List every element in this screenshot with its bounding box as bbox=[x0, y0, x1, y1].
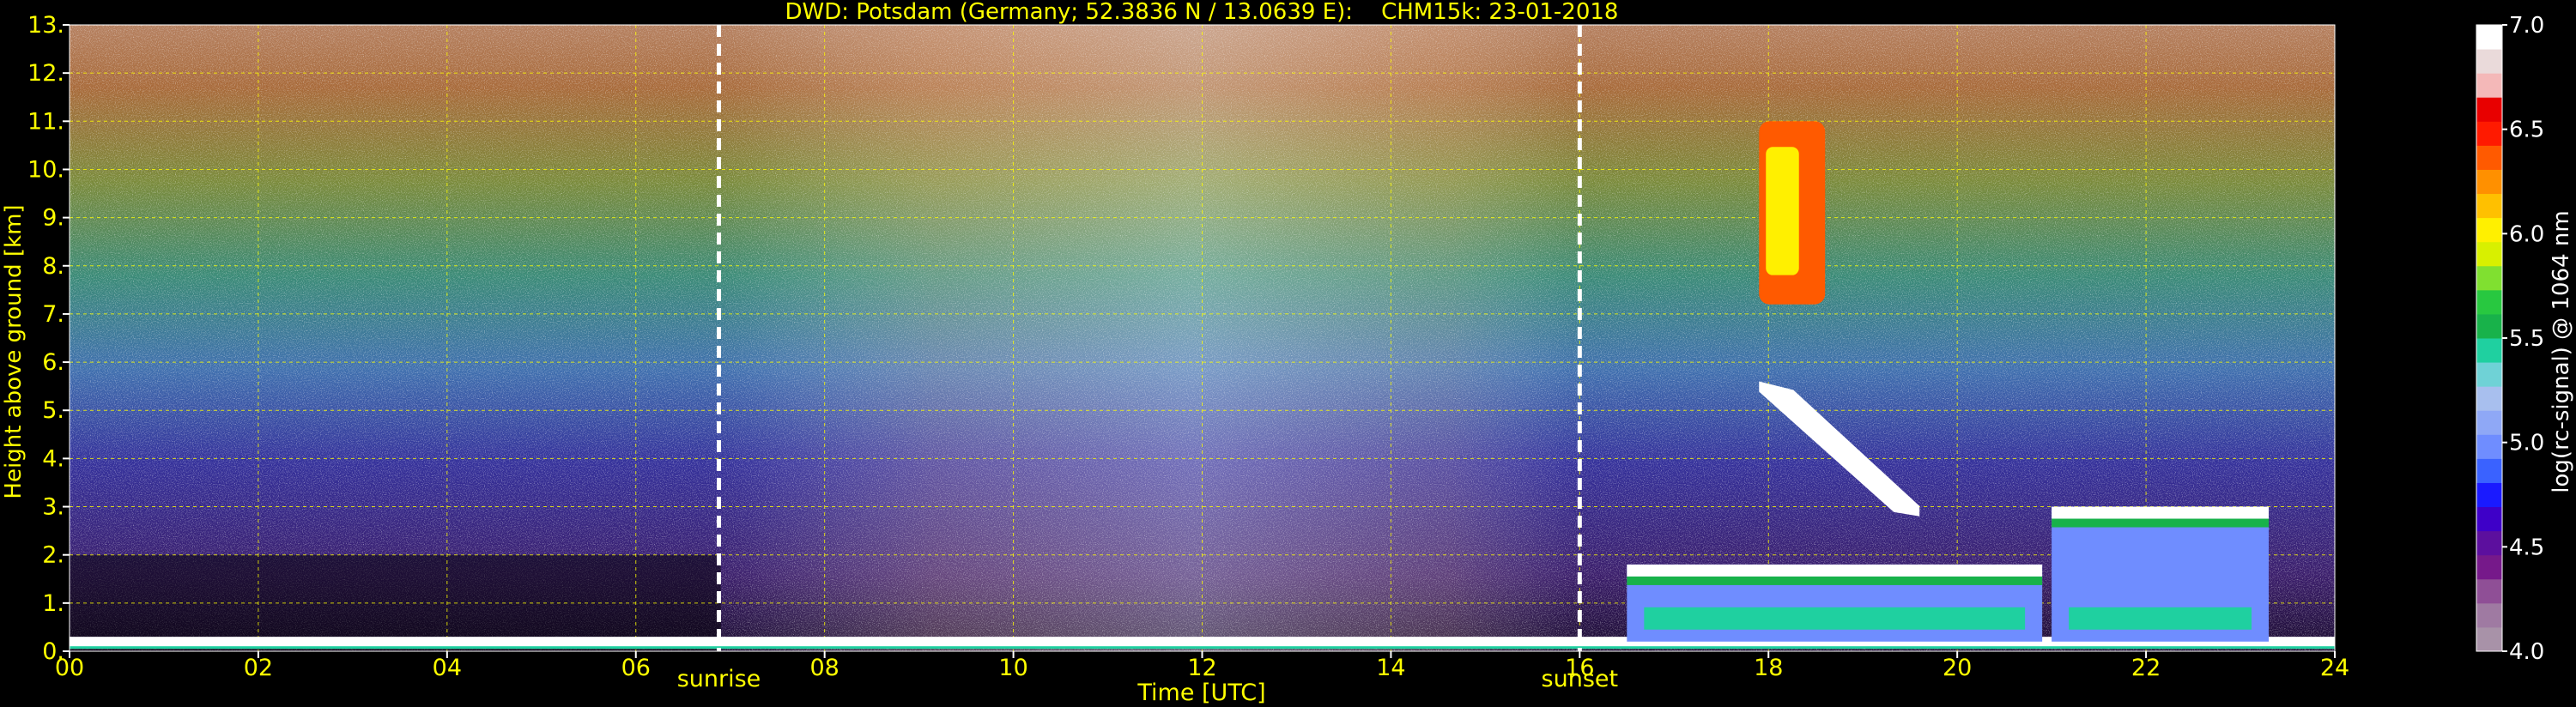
y-tick-label: 6. bbox=[42, 349, 64, 376]
colorbar-swatch bbox=[2476, 49, 2502, 74]
colorbar-swatch bbox=[2476, 193, 2502, 219]
low-cloud-top bbox=[2052, 506, 2270, 519]
x-axis-label: Time [UTC] bbox=[1136, 680, 1265, 706]
colorbar-swatch bbox=[2476, 482, 2502, 508]
colorbar-swatch bbox=[2476, 265, 2502, 291]
colorbar-swatch bbox=[2476, 530, 2502, 556]
y-tick-label: 3. bbox=[42, 494, 64, 521]
y-axis-label: Height above ground [km] bbox=[1, 204, 27, 499]
colorbar-tick-label: 7.0 bbox=[2509, 13, 2544, 39]
colorbar-swatch bbox=[2476, 289, 2502, 315]
x-tick-label: 08 bbox=[809, 655, 839, 681]
x-tick-label: 02 bbox=[244, 655, 273, 681]
x-tick-label: 18 bbox=[1754, 655, 1783, 681]
surface-layer-edge bbox=[70, 646, 2335, 650]
colorbar-swatch bbox=[2476, 410, 2502, 435]
colorbar-tick-label: 4.0 bbox=[2509, 639, 2544, 665]
y-tick-label: 12. bbox=[27, 60, 64, 87]
y-tick-label: 0. bbox=[42, 638, 64, 665]
x-tick-label: 10 bbox=[998, 655, 1027, 681]
x-tick-label: 12 bbox=[1187, 655, 1216, 681]
low-cloud-band bbox=[1627, 576, 2043, 585]
colorbar-swatch bbox=[2476, 386, 2502, 411]
colorbar-swatch bbox=[2476, 25, 2502, 50]
colorbar-tick-label: 6.5 bbox=[2509, 118, 2544, 143]
colorbar-swatch bbox=[2476, 362, 2502, 387]
ceilometer-chart: sunrise sunset 00 02 04 06 08 10 12 14 16 18 20 22 24… bbox=[1, 0, 2574, 706]
cirrus-core bbox=[1766, 147, 1799, 275]
colorbar-tick-label: 5.0 bbox=[2509, 431, 2544, 456]
colorbar-swatch bbox=[2476, 458, 2502, 483]
colorbar-swatch bbox=[2476, 145, 2502, 170]
colorbar-tick-label: 4.5 bbox=[2509, 535, 2544, 560]
y-tick-label: 11. bbox=[27, 108, 64, 135]
colorbar-swatch bbox=[2476, 578, 2502, 604]
colorbar-swatch bbox=[2476, 73, 2502, 98]
colorbar: 4.0 4.5 5.0 5.5 6.0 6.5 7.0 bbox=[2476, 13, 2544, 665]
colorbar-swatch bbox=[2476, 169, 2502, 195]
y-tick-label: 9. bbox=[42, 205, 64, 232]
low-cloud-base bbox=[1644, 607, 2026, 630]
colorbar-swatch bbox=[2476, 217, 2502, 243]
y-tick-label: 5. bbox=[42, 397, 64, 424]
x-tick-label: 24 bbox=[2320, 655, 2349, 681]
y-tick-label: 8. bbox=[42, 253, 64, 280]
marker-label-sunrise: sunrise bbox=[677, 666, 761, 692]
colorbar-swatch bbox=[2476, 626, 2502, 652]
low-cloud-top bbox=[1627, 564, 2043, 577]
colorbar-swatch bbox=[2476, 434, 2502, 459]
x-tick-label: 14 bbox=[1376, 655, 1405, 681]
colorbar-swatch bbox=[2476, 506, 2502, 532]
colorbar-swatch bbox=[2476, 121, 2502, 146]
colorbar-tick-label: 6.0 bbox=[2509, 221, 2544, 247]
x-tick-label: 16 bbox=[1565, 655, 1594, 681]
colorbar-swatch bbox=[2476, 313, 2502, 339]
low-cloud-base bbox=[2069, 607, 2252, 630]
y-tick-label: 10. bbox=[27, 156, 64, 183]
y-tick-label: 2. bbox=[42, 542, 64, 569]
low-cloud-band bbox=[2052, 518, 2270, 528]
x-tick-label: 20 bbox=[1943, 655, 1972, 681]
colorbar-swatch bbox=[2476, 602, 2502, 628]
y-tick-label: 7. bbox=[42, 301, 64, 328]
colorbar-label: log(rc-signal) @ 1064 nm bbox=[2549, 210, 2574, 492]
x-tick-label: 06 bbox=[621, 655, 651, 681]
colorbar-swatch bbox=[2476, 241, 2502, 267]
x-tick-label: 04 bbox=[433, 655, 462, 681]
colorbar-swatch bbox=[2476, 97, 2502, 122]
y-tick-label: 4. bbox=[42, 445, 64, 472]
y-tick-label: 13. bbox=[27, 12, 64, 39]
plot-area bbox=[70, 25, 2335, 651]
colorbar-tick-label: 5.5 bbox=[2509, 326, 2544, 352]
colorbar-swatch bbox=[2476, 554, 2502, 580]
y-tick-label: 1. bbox=[42, 590, 64, 617]
colorbar-swatch bbox=[2476, 338, 2502, 363]
chart-title: DWD: Potsdam (Germany; 52.3836 N / 13.06… bbox=[785, 0, 1619, 25]
x-tick-label: 22 bbox=[2131, 655, 2161, 681]
